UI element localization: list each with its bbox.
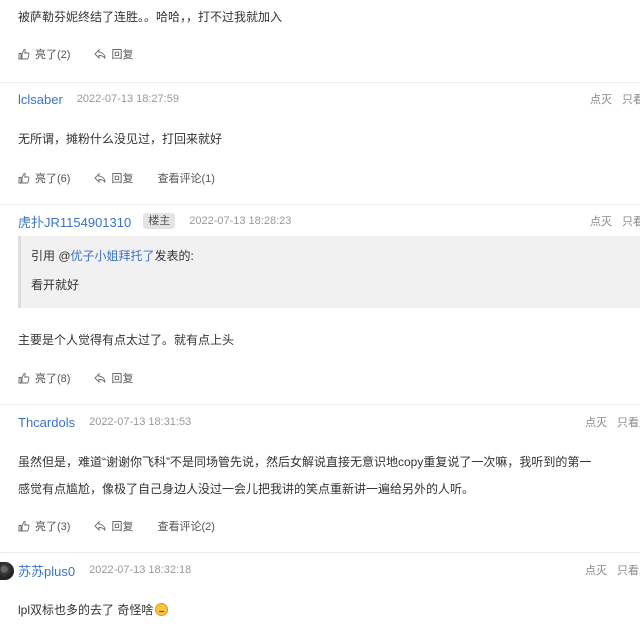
comment-meta: lclsaber 2022-07-13 18:27:59	[18, 91, 179, 107]
comment-ops: 点灭 只看	[590, 213, 640, 229]
reply-label: 回复	[111, 173, 134, 185]
only-view-button[interactable]: 只看此	[617, 414, 640, 430]
username[interactable]: lclsaber	[18, 92, 63, 107]
view-comments-label: 查看评论(2)	[157, 521, 215, 533]
comment-ops: 点灭 只看此	[585, 562, 640, 578]
op-badge: 楼主	[143, 213, 176, 229]
comment-text: lpl双标也多的去了 奇怪啥	[18, 601, 169, 618]
dislike-button[interactable]: 点灭	[590, 91, 612, 107]
comment-text-line-2: 感觉有点尴尬，像极了自己身边人没过一会儿把我讲的笑点重新讲一遍给另外的人听。	[18, 482, 475, 496]
username[interactable]: Thcardols	[18, 415, 75, 430]
comment-meta: Thcardols 2022-07-13 18:31:53	[18, 414, 191, 430]
dislike-button[interactable]: 点灭	[590, 213, 612, 229]
like-button[interactable]: 亮了(3)	[18, 518, 70, 534]
like-button[interactable]: 亮了(6)	[18, 170, 70, 186]
reply-icon	[94, 520, 106, 532]
like-button[interactable]: 亮了(8)	[18, 370, 70, 386]
like-label: 亮了(8)	[35, 373, 71, 385]
quoted-user[interactable]: 优子小姐拜托了	[71, 249, 155, 263]
thumbs-up-icon	[18, 172, 30, 184]
timestamp: 2022-07-13 18:32:18	[89, 564, 192, 576]
reply-button[interactable]: 回复	[94, 46, 133, 62]
divider	[0, 404, 640, 405]
like-button[interactable]: 亮了(2)	[18, 46, 70, 62]
comment-ops: 点灭 只看	[590, 91, 640, 107]
divider	[0, 82, 640, 83]
reply-icon	[94, 172, 106, 184]
like-label: 亮了(3)	[35, 521, 71, 533]
reply-button[interactable]: 回复	[94, 370, 133, 386]
reply-button[interactable]: 回复	[94, 170, 133, 186]
reply-button[interactable]: 回复	[94, 518, 133, 534]
divider	[0, 204, 640, 205]
thumbs-up-icon	[18, 372, 30, 384]
username[interactable]: 虎扑JR1154901310	[18, 212, 131, 231]
comment-actions: 亮了(8) 回复	[18, 370, 157, 386]
thumbs-up-icon	[18, 48, 30, 60]
view-comments-button[interactable]: 查看评论(1)	[157, 170, 214, 186]
quote-suffix: 发表的:	[154, 249, 194, 263]
dislike-button[interactable]: 点灭	[585, 562, 607, 578]
comment-text: 被萨勒芬妮终结了连胜。。哈哈，，打不过我就加入	[18, 10, 283, 24]
avatar[interactable]	[0, 562, 14, 580]
comment-text-line-1: 虽然但是，难道“谢谢你飞科”不是同场管先说，然后女解说直接无意识地copy重复说…	[18, 455, 592, 469]
reply-label: 回复	[111, 373, 134, 385]
comment-text: 无所谓，摊粉什么没见过，打回来就好	[18, 132, 223, 146]
view-comments-label: 查看评论(1)	[157, 173, 215, 185]
like-label: 亮了(2)	[35, 49, 71, 61]
only-view-button[interactable]: 只看	[622, 213, 640, 229]
comment-actions: 亮了(3) 回复 查看评论(2)	[18, 518, 239, 534]
thumbs-up-icon	[18, 520, 30, 532]
comment-feed: 被萨勒芬妮终结了连胜。。哈哈，，打不过我就加入 亮了(2) 回复 lclsabe…	[0, 0, 640, 633]
comment-actions: 亮了(2) 回复	[18, 46, 157, 62]
quote-prefix: 引用 @	[31, 249, 71, 263]
quote-header: 引用 @优子小姐拜托了发表的:	[31, 247, 194, 264]
timestamp: 2022-07-13 18:28:23	[189, 215, 292, 227]
comment-ops: 点灭 只看此	[585, 414, 640, 430]
comment-text-content: lpl双标也多的去了 奇怪啥	[18, 603, 154, 617]
quote-body: 看开就好	[31, 278, 80, 292]
dislike-button[interactable]: 点灭	[585, 414, 607, 430]
comment-text: 主要是个人觉得有点太过了。就有点上头	[18, 333, 235, 347]
comment-meta: 虎扑JR1154901310 楼主 2022-07-13 18:28:23	[18, 212, 292, 231]
reply-label: 回复	[111, 521, 134, 533]
only-view-button[interactable]: 只看	[622, 91, 640, 107]
timestamp: 2022-07-13 18:31:53	[89, 416, 192, 428]
reply-label: 回复	[111, 49, 134, 61]
reply-icon	[94, 372, 106, 384]
reply-icon	[94, 48, 106, 60]
view-comments-button[interactable]: 查看评论(2)	[157, 518, 214, 534]
only-view-button[interactable]: 只看此	[617, 562, 640, 578]
username[interactable]: 苏苏plus0	[18, 561, 75, 580]
quote-block: 引用 @优子小姐拜托了发表的: 看开就好	[18, 236, 640, 308]
confused-emoji-icon	[155, 603, 169, 616]
divider	[0, 552, 640, 553]
timestamp: 2022-07-13 18:27:59	[76, 93, 179, 105]
comment-actions: 亮了(6) 回复 查看评论(1)	[18, 170, 239, 186]
comment-meta: 苏苏plus0 2022-07-13 18:32:18	[18, 561, 192, 580]
like-label: 亮了(6)	[35, 173, 71, 185]
